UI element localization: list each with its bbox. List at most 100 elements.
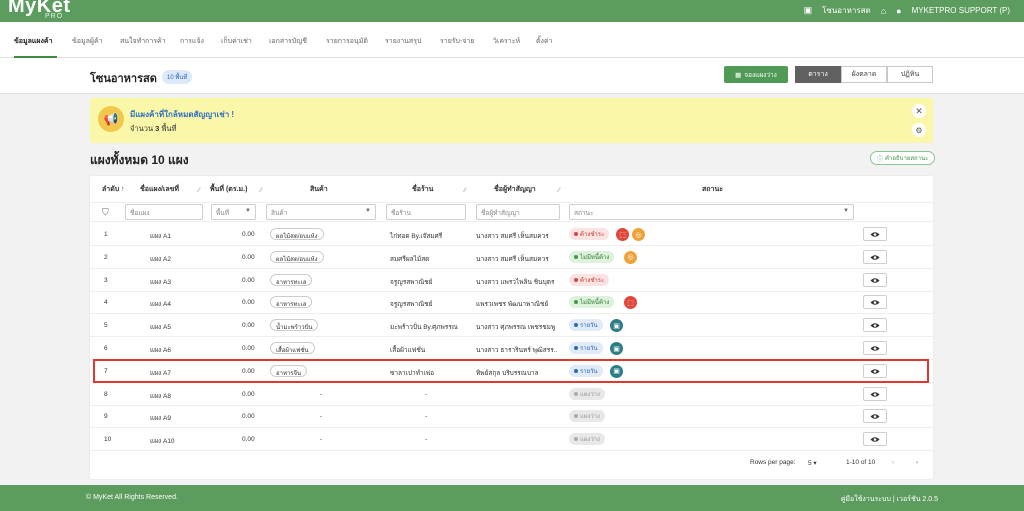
- shop-icon[interactable]: ▣: [610, 319, 623, 333]
- resize-icon[interactable]: ⁄⁄: [558, 188, 560, 194]
- status-badge: ค้างชำระ: [569, 228, 610, 240]
- status-dot: [574, 277, 578, 282]
- nav-settings[interactable]: ตั้งค่า: [536, 36, 553, 47]
- row-product-chip: อาหารทะเล: [270, 296, 313, 309]
- contract-icon[interactable]: ⬚: [624, 296, 637, 310]
- filter-shop-input[interactable]: ชื่อร้าน: [386, 204, 466, 220]
- table-row[interactable]: 9 แผง A9 0.00 - - แผงว่าง: [90, 405, 933, 429]
- footer-manual-version[interactable]: คู่มือใช้งานระบบ | เวอร์ชัน 2.0.5: [841, 494, 938, 505]
- status-dot: [574, 232, 578, 236]
- row-shop: จรูญรสพาณิชย์: [390, 278, 433, 286]
- alert-subtitle-suffix: พื้นที่: [161, 124, 177, 133]
- nav-notify[interactable]: การแจ้ง: [180, 36, 204, 47]
- view-button[interactable]: [863, 432, 887, 447]
- row-shop: จรูญรสพาณิชย์: [390, 301, 433, 309]
- chevron-left-icon[interactable]: ‹: [892, 459, 894, 466]
- table-row[interactable]: 6 แผง A6 0.00 เสื้อผ้าแฟชั่น เสื้อผ้าแฟชั่น น…: [90, 337, 933, 360]
- table-row[interactable]: 5 แผง A5 0.00 น้ำมะพร้าวปั่น มะพร้าวปั่น By.…: [90, 314, 933, 338]
- nav-summary-report[interactable]: รายงานสรุป: [385, 36, 421, 47]
- row-product-chip: ผลไม้สด/อบแห้ง: [270, 250, 324, 263]
- nav-approvals[interactable]: รายการอนุมัติ: [326, 36, 368, 47]
- col-header-status[interactable]: สถานะ: [702, 184, 723, 195]
- status-dot: [574, 437, 578, 442]
- view-calendar-tab[interactable]: ปฏิทิน: [887, 66, 933, 83]
- resize-icon[interactable]: ⁄⁄: [198, 188, 200, 194]
- expiry-alert-banner: 📢 มีแผงค้าที่ใกล้หมดสัญญาเช่า ! จำนวน 3 …: [90, 98, 933, 143]
- row-stall: แผง A1: [150, 233, 171, 240]
- row-no: 5: [104, 322, 108, 330]
- nav-analytics[interactable]: วิเคราะห์: [493, 36, 520, 47]
- view-button[interactable]: [863, 409, 887, 424]
- col-header-stall[interactable]: ชื่อแผง/เลขที่: [140, 184, 179, 195]
- view-button[interactable]: [863, 249, 887, 264]
- resize-icon[interactable]: ⁄⁄: [464, 188, 466, 194]
- chevron-right-icon[interactable]: ›: [916, 459, 918, 466]
- col-header-no[interactable]: ลำดับ ↑: [102, 184, 125, 195]
- chevron-down-icon: ▼: [365, 208, 371, 214]
- nav-stall-info[interactable]: ข้อมูลแผงค้า: [14, 36, 53, 47]
- filter-stall-input[interactable]: ชื่อแผง: [125, 204, 203, 220]
- eye-icon: [870, 293, 880, 311]
- view-button[interactable]: [863, 341, 887, 355]
- filter-area-select[interactable]: พื้นที่ ▼: [211, 204, 256, 220]
- row-no: 4: [104, 299, 108, 307]
- filter-status-select[interactable]: สถานะ ▼: [569, 204, 854, 220]
- row-shop: สมศรีผลไม้สด: [390, 255, 430, 263]
- nav-income-expense[interactable]: รายรับ-จ่าย: [440, 36, 474, 47]
- table-row[interactable]: 3 แผง A3 0.00 อาหารทะเล จรูญรสพาณิชย์ นางสาว …: [90, 269, 933, 292]
- main-nav: ข้อมูลแผงค้า ข้อมูลผู้ค้า สนใจทำการค้า ก…: [0, 22, 1024, 58]
- row-stall: แผง A6: [150, 347, 171, 354]
- resize-icon[interactable]: ⁄⁄: [260, 188, 262, 194]
- area-count-badge: 10 พื้นที่: [162, 70, 193, 84]
- status-description-button[interactable]: ⓘ คำอธิบายสถานะ: [870, 151, 936, 165]
- shop-icon[interactable]: ▣: [610, 342, 623, 355]
- rows-per-page-select[interactable]: 5 ▾: [808, 459, 817, 467]
- filter-icon[interactable]: ⛉: [102, 207, 109, 218]
- nav-vendor-info[interactable]: ข้อมูลผู้ค้า: [72, 36, 103, 47]
- filter-owner-input[interactable]: ชื่อผู้ทำสัญญา: [476, 204, 560, 220]
- col-header-owner[interactable]: ชื่อผู้ทำสัญญา: [494, 184, 536, 195]
- col-header-product[interactable]: สินค้า: [310, 184, 328, 195]
- nav-accounting[interactable]: เอกสารบัญชี: [269, 36, 307, 47]
- rent-vacant-button[interactable]: ▦ จองแผงว่าง: [724, 66, 788, 83]
- close-icon[interactable]: ✕: [912, 104, 926, 118]
- row-no: 6: [104, 345, 108, 352]
- view-button[interactable]: [863, 293, 887, 311]
- row-area: 0.00: [242, 345, 255, 352]
- view-button[interactable]: [863, 318, 887, 333]
- view-toggle: ตาราง ผังตลาด ปฏิทิน: [795, 66, 933, 83]
- status-dot: [574, 414, 578, 419]
- view-button[interactable]: [863, 227, 887, 241]
- debt-icon[interactable]: ◎: [624, 250, 637, 264]
- calendar-icon: ▦: [735, 71, 742, 79]
- view-button[interactable]: [863, 272, 887, 287]
- table-row[interactable]: 1 แผง A1 0.00 ผลไม้สด/อบแห้ง ไก่ทอด By.เจ๊สม…: [90, 223, 933, 246]
- home-icon[interactable]: ⌂: [881, 6, 886, 16]
- table-row[interactable]: 10 แผง A10 0.00 - - แผงว่าง: [90, 428, 933, 452]
- gear-icon[interactable]: ⚙: [912, 123, 926, 137]
- debt-icon[interactable]: ◎: [632, 228, 645, 241]
- row-product-chip: เสื้อผ้าแฟชั่น: [270, 342, 315, 354]
- contract-icon[interactable]: ⬚: [616, 228, 629, 241]
- row-owner: นางสาว ธารารินทร์ พุฒิสรร..: [476, 347, 558, 354]
- alert-title[interactable]: มีแผงค้าที่ใกล้หมดสัญญาเช่า !: [130, 108, 234, 121]
- filter-product-select[interactable]: สินค้า ▼: [266, 204, 376, 220]
- view-map-tab[interactable]: ผังตลาด: [841, 66, 887, 83]
- view-button[interactable]: [863, 386, 887, 401]
- nav-rent-collect[interactable]: เก็บค่าเช่า: [221, 36, 252, 47]
- table-row[interactable]: 4 แผง A4 0.00 อาหารทะเล จรูญรสพาณิชย์ แพรวเพช…: [90, 291, 933, 315]
- user-name[interactable]: MYKETPRO SUPPORT (P): [912, 6, 1010, 15]
- row-owner: นางสาว สมศรี เห็นสมควร: [476, 233, 549, 240]
- table-row[interactable]: 8 แผง A8 0.00 - - แผงว่าง: [90, 383, 933, 406]
- zone-label[interactable]: โซนอาหารสด: [822, 4, 871, 17]
- row-product-chip: น้ำมะพร้าวปั่น: [270, 319, 319, 332]
- footer-copyright: © MyKet All Rights Reserved.: [86, 494, 178, 501]
- col-header-shop[interactable]: ชื่อร้าน: [412, 184, 433, 195]
- status-label: แผงว่าง: [580, 414, 600, 421]
- status-badge: รายวัน: [569, 319, 603, 332]
- nav-interested[interactable]: สนใจทำการค้า: [120, 36, 166, 47]
- view-table-tab[interactable]: ตาราง: [795, 66, 841, 83]
- row-product: -: [320, 390, 323, 398]
- table-row[interactable]: 2 แผง A2 0.00 ผลไม้สด/อบแห้ง สมศรีผลไม้สด นาง…: [90, 246, 933, 269]
- col-header-area[interactable]: พื้นที่ (ตร.ม.): [210, 184, 247, 195]
